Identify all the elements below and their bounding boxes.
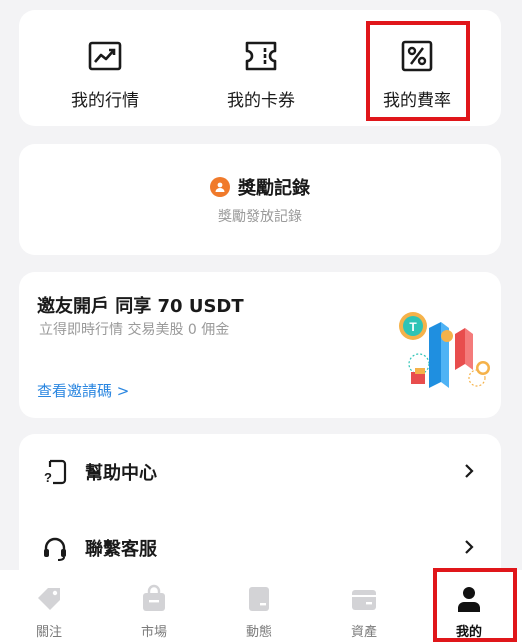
rewards-title-row: 獎勵記錄 xyxy=(19,174,501,200)
ticket-icon xyxy=(245,41,277,71)
tab-me-highlight-box xyxy=(433,568,517,642)
my-quotes-button[interactable]: 我的行情 xyxy=(25,10,185,126)
contact-support-row[interactable]: 聯繫客服 xyxy=(19,518,501,578)
tab-watchlist[interactable]: 關注 xyxy=(6,570,92,642)
my-fees-highlight-box xyxy=(366,21,470,121)
tab-assets-label: 資產 xyxy=(350,625,377,640)
invite-subtitle: 立得即時行情 交易美股 0 佣金 xyxy=(39,322,230,338)
tab-feed-label: 動態 xyxy=(245,625,272,640)
rewards-title: 獎勵記錄 xyxy=(238,178,310,199)
wallet-icon xyxy=(352,590,376,610)
tab-assets[interactable]: 資產 xyxy=(321,570,407,642)
contact-support-label: 聯繫客服 xyxy=(85,539,157,560)
tab-market-label: 市場 xyxy=(140,625,167,640)
rewards-subtitle: 獎勵發放記錄 xyxy=(218,209,302,225)
headset-icon xyxy=(44,537,66,561)
view-invite-code-link[interactable]: 查看邀請碼 > xyxy=(37,380,129,401)
chevron-right-icon xyxy=(465,464,474,478)
help-center-row[interactable]: ? 幫助中心 xyxy=(19,442,501,502)
invite-title: 邀友開戶 同享 70 USDT xyxy=(37,296,244,317)
svg-text:T: T xyxy=(409,320,417,334)
my-coupons-label: 我的卡券 xyxy=(227,91,295,111)
tab-feed[interactable]: 動態 xyxy=(216,570,302,642)
help-document-icon: ? xyxy=(44,459,67,485)
svg-text:?: ? xyxy=(44,470,52,485)
my-coupons-button[interactable]: 我的卡券 xyxy=(181,10,341,126)
bag-icon xyxy=(143,584,165,611)
user-badge-icon xyxy=(210,177,230,197)
tag-icon xyxy=(38,588,60,610)
my-quotes-label: 我的行情 xyxy=(71,91,139,111)
trend-chart-icon xyxy=(88,41,122,71)
invite-illustration: T xyxy=(399,312,490,388)
post-icon xyxy=(249,587,269,611)
tab-market[interactable]: 市場 xyxy=(111,570,197,642)
rewards-record-card[interactable]: 獎勵記錄 xyxy=(19,144,501,255)
tab-watchlist-label: 關注 xyxy=(35,625,62,640)
chevron-right-icon xyxy=(465,540,474,554)
help-center-label: 幫助中心 xyxy=(85,463,157,484)
invite-friends-card: 邀友開戶 同享 70 USDT 立得即時行情 交易美股 0 佣金 查看邀請碼 >… xyxy=(19,272,501,418)
